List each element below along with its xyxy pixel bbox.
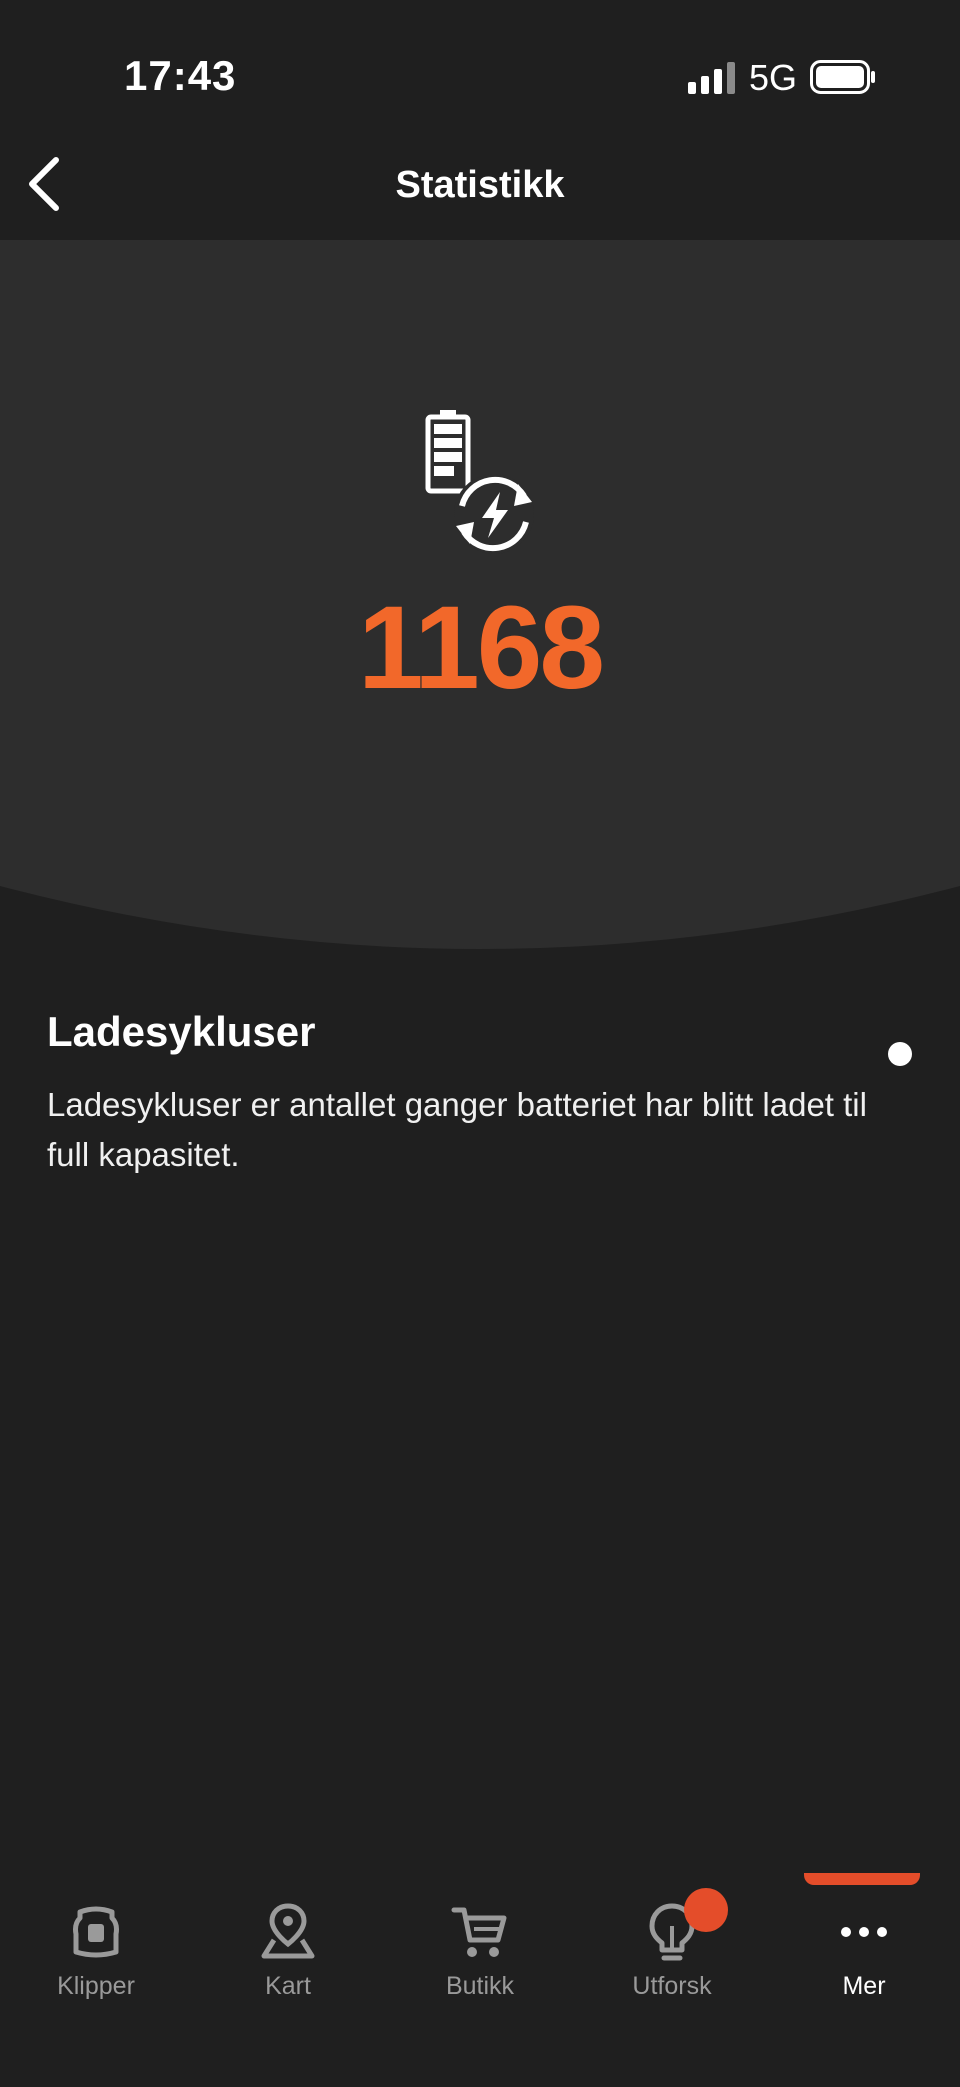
notification-badge	[684, 1888, 728, 1932]
tab-utforsk[interactable]: Utforsk	[576, 1860, 768, 2000]
page-title: Statistikk	[395, 164, 565, 206]
cart-icon	[451, 1907, 507, 1957]
charge-cycle-count: 1168	[358, 582, 605, 714]
tab-bar: Klipper Kart Butikk Utforsk Mer	[0, 1860, 960, 2087]
page-indicator-dot	[888, 1042, 912, 1066]
map-pin-icon	[261, 1903, 315, 1959]
statistics-screen: 17:43 5G Statistikk 1168 Ladesykluser La…	[0, 0, 960, 2087]
more-dots-icon	[841, 1927, 887, 1937]
mower-icon	[73, 1906, 119, 1958]
tab-kart[interactable]: Kart	[192, 1860, 384, 2000]
tab-label: Klipper	[57, 1972, 135, 2000]
tab-label: Kart	[265, 1972, 311, 2000]
status-bar: 17:43 5G	[0, 0, 960, 150]
info-title: Ladesykluser	[47, 1008, 316, 1055]
battery-charge-cycle-icon	[425, 410, 534, 554]
info-description: Ladesykluser er antallet ganger batterie…	[47, 1086, 867, 1173]
tab-label: Mer	[842, 1972, 886, 2000]
tab-label: Butikk	[445, 1972, 515, 2000]
status-time: 17:43	[124, 52, 237, 99]
tab-butikk[interactable]: Butikk	[384, 1860, 576, 2000]
signal-bars-icon	[688, 62, 735, 94]
battery-icon	[810, 60, 875, 94]
active-tab-indicator	[804, 1873, 920, 1885]
tab-label: Utforsk	[632, 1972, 712, 2000]
tab-klipper[interactable]: Klipper	[0, 1860, 192, 2000]
hero-panel: 1168	[0, 240, 960, 950]
network-type: 5G	[749, 57, 798, 98]
nav-header: Statistikk	[0, 150, 960, 240]
